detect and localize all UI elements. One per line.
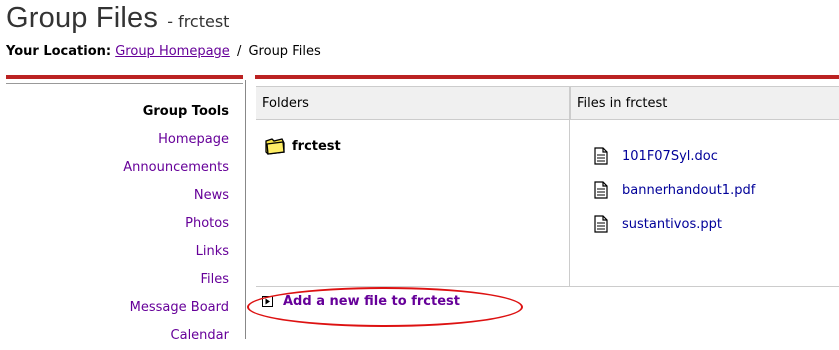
- breadcrumb-label: Your Location:: [6, 44, 112, 59]
- sidebar-item-photos[interactable]: Photos: [123, 210, 229, 238]
- file-link[interactable]: sustantivos.ppt: [622, 217, 722, 232]
- left-red-divider: [6, 75, 243, 79]
- sidebar-vertical-divider: [245, 80, 246, 339]
- folder-name[interactable]: frctest: [292, 139, 341, 154]
- folders-column-header: Folders: [256, 87, 569, 120]
- left-grey-divider: [6, 83, 243, 84]
- panel-bottom-divider: [256, 286, 839, 287]
- file-row[interactable]: 101F07Syl.doc: [594, 139, 755, 173]
- file-row[interactable]: bannerhandout1.pdf: [594, 173, 755, 207]
- column-divider: [569, 87, 570, 287]
- files-panel: Folders Files in frctest frctest 101F07S…: [256, 86, 839, 287]
- file-row[interactable]: sustantivos.ppt: [594, 207, 755, 241]
- title-dash: -: [167, 12, 173, 31]
- folder-icon: [264, 137, 286, 155]
- document-icon: [594, 181, 608, 199]
- file-list: 101F07Syl.doc bannerhandout1.pdf sustant…: [594, 139, 755, 241]
- file-link[interactable]: bannerhandout1.pdf: [622, 183, 755, 198]
- document-icon: [594, 147, 608, 165]
- page-title: Group Files: [6, 2, 159, 34]
- sidebar-item-files[interactable]: Files: [123, 266, 229, 294]
- document-icon: [594, 215, 608, 233]
- breadcrumb-separator: /: [236, 44, 242, 59]
- sidebar-item-calendar[interactable]: Calendar: [123, 322, 229, 350]
- group-name: frctest: [178, 12, 230, 31]
- sidebar-item-announcements[interactable]: Announcements: [123, 154, 229, 182]
- folder-item[interactable]: frctest: [264, 137, 341, 155]
- sidebar-item-news[interactable]: News: [123, 182, 229, 210]
- sidebar-item-homepage[interactable]: Homepage: [123, 126, 229, 154]
- group-tools-sidebar: Group Tools Homepage Announcements News …: [123, 98, 229, 350]
- file-link[interactable]: 101F07Syl.doc: [622, 149, 718, 164]
- page-header: Group Files - frctest: [6, 2, 229, 35]
- highlight-oval: [247, 287, 523, 327]
- sidebar-heading: Group Tools: [142, 104, 229, 119]
- sidebar-item-links[interactable]: Links: [123, 238, 229, 266]
- breadcrumb: Your Location: Group Homepage / Group Fi…: [6, 44, 321, 59]
- right-red-divider: [255, 75, 839, 79]
- sidebar-item-message-board[interactable]: Message Board: [123, 294, 229, 322]
- breadcrumb-current: Group Files: [248, 44, 321, 59]
- files-column-header: Files in frctest: [570, 87, 839, 120]
- breadcrumb-home-link[interactable]: Group Homepage: [115, 44, 230, 59]
